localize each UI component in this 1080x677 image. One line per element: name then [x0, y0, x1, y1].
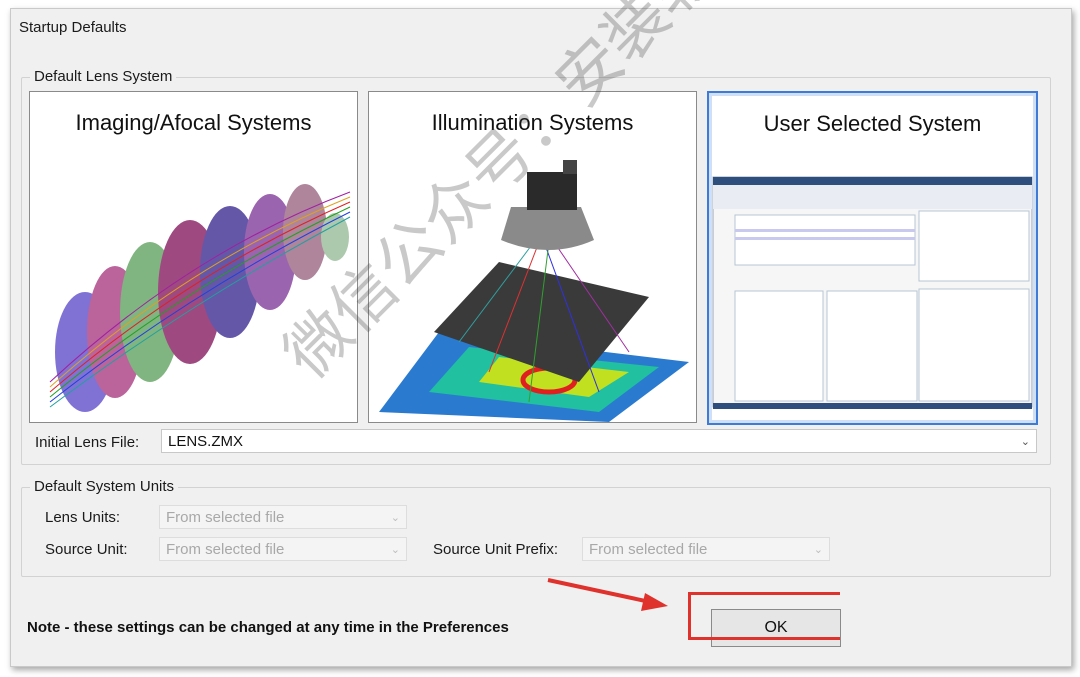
source-unit-label: Source Unit: [45, 541, 128, 558]
lens-units-value: From selected file [166, 509, 285, 526]
card-title: User Selected System [763, 111, 982, 136]
source-unit-prefix-value: From selected file [589, 541, 708, 558]
imaging-lens-illustration [49, 184, 351, 412]
source-unit-prefix-label: Source Unit Prefix: [433, 541, 559, 558]
chevron-down-icon: ⌄ [1020, 436, 1030, 448]
illumination-card[interactable]: Illumination Systems [368, 91, 697, 423]
lens-units-dropdown[interactable]: From selected file ⌄ [159, 505, 407, 529]
user-selected-card[interactable]: User Selected System [707, 91, 1038, 425]
initial-lens-file-label: Initial Lens File: [35, 434, 140, 451]
initial-lens-file-dropdown[interactable]: LENS.ZMX ⌄ [161, 429, 1037, 453]
chevron-down-icon: ⌄ [390, 512, 400, 524]
default-system-units-group: Default System Units [21, 478, 1051, 577]
source-unit-dropdown[interactable]: From selected file ⌄ [159, 537, 407, 561]
illumination-illustration [379, 160, 689, 422]
chevron-down-icon: ⌄ [813, 544, 823, 556]
source-unit-prefix-dropdown[interactable]: From selected file ⌄ [582, 537, 830, 561]
chevron-down-icon: ⌄ [390, 544, 400, 556]
initial-lens-file-value: LENS.ZMX [168, 433, 244, 450]
startup-defaults-dialog: Startup Defaults Default Lens System Ima… [10, 8, 1072, 667]
dialog-title: Startup Defaults [19, 19, 127, 36]
imaging-afocal-card[interactable]: Imaging/Afocal Systems [29, 91, 358, 423]
source-unit-value: From selected file [166, 541, 285, 558]
group-label: Default System Units [30, 478, 179, 495]
lens-units-label: Lens Units: [45, 509, 121, 526]
group-label: Default Lens System [30, 68, 177, 85]
user-selected-screenshot-thumbnail [712, 176, 1033, 409]
card-title: Illumination Systems [431, 110, 634, 135]
preferences-note: Note - these settings can be changed at … [27, 619, 509, 636]
card-title: Imaging/Afocal Systems [75, 110, 312, 135]
ok-highlight-box [688, 592, 840, 640]
